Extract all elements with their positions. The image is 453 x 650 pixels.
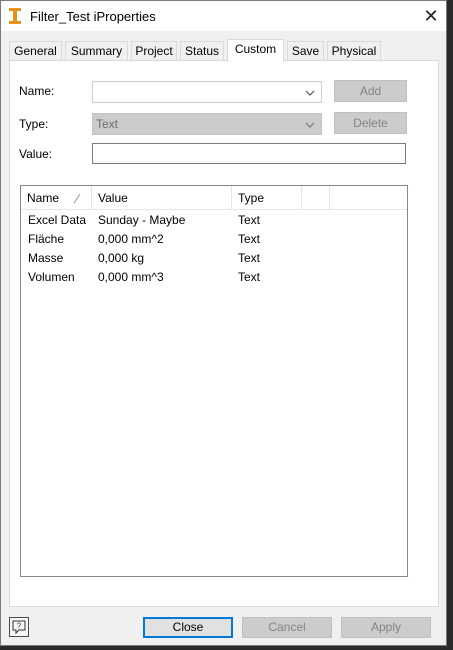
window-title: Filter_Test iProperties: [30, 9, 156, 24]
iproperties-dialog: Filter_Test iProperties ✕ General Summar…: [0, 0, 447, 646]
help-button[interactable]: ?: [9, 617, 29, 637]
row-value: Sunday - Maybe: [98, 213, 186, 227]
svg-text:?: ?: [17, 622, 22, 631]
list-header: Name Value Type: [21, 186, 407, 210]
chevron-down-icon: [305, 122, 315, 128]
row-name: Masse: [28, 251, 64, 265]
custom-properties-list[interactable]: Name Value Type Excel Data Sunday - Mayb…: [20, 185, 408, 577]
column-header-label: Name: [27, 191, 60, 205]
column-header-name[interactable]: Name: [21, 186, 92, 210]
tab-save[interactable]: Save: [287, 41, 324, 61]
row-value: 0,000 mm^2: [98, 232, 164, 246]
row-value: 0,000 kg: [98, 251, 145, 265]
name-combobox[interactable]: [92, 81, 322, 103]
tab-summary[interactable]: Summary: [65, 41, 128, 61]
sort-indicator-icon: [73, 193, 81, 204]
tab-strip: General Summary Project Status Custom Sa…: [9, 39, 439, 62]
table-row[interactable]: Volumen 0,000 mm^3 Text: [21, 268, 407, 287]
delete-button[interactable]: Delete: [334, 112, 407, 134]
tab-status[interactable]: Status: [180, 41, 224, 61]
row-name: Excel Data: [28, 213, 87, 227]
row-name: Fläche: [28, 232, 65, 246]
tab-project[interactable]: Project: [131, 41, 177, 61]
table-row[interactable]: Fläche 0,000 mm^2 Text: [21, 230, 407, 249]
table-row[interactable]: Masse 0,000 kg Text: [21, 249, 407, 268]
dialog-footer: ? Close Cancel Apply: [1, 607, 446, 647]
close-window-icon[interactable]: ✕: [416, 1, 446, 31]
help-icon: ?: [12, 620, 26, 635]
close-button[interactable]: Close: [143, 617, 233, 638]
row-name: Volumen: [28, 270, 75, 284]
tab-custom[interactable]: Custom: [227, 39, 284, 62]
row-type: Text: [238, 213, 261, 227]
tab-physical[interactable]: Physical: [327, 41, 381, 61]
tab-general[interactable]: General: [9, 41, 62, 61]
title-bar[interactable]: Filter_Test iProperties ✕: [1, 1, 446, 31]
column-header-type[interactable]: Type: [232, 186, 302, 210]
row-type: Text: [238, 270, 261, 284]
custom-tab-panel: Name: Add Type: Text Delete Value: Name: [9, 60, 439, 607]
cancel-button[interactable]: Cancel: [242, 617, 332, 638]
value-input[interactable]: [92, 143, 406, 164]
name-label: Name:: [19, 84, 55, 98]
table-row[interactable]: Excel Data Sunday - Maybe Text: [21, 211, 407, 230]
apply-button[interactable]: Apply: [341, 617, 431, 638]
row-type: Text: [238, 232, 261, 246]
type-label: Type:: [19, 117, 49, 131]
value-label: Value:: [19, 147, 53, 161]
add-button[interactable]: Add: [334, 80, 407, 102]
inventor-app-icon: [9, 8, 21, 24]
chevron-down-icon: [305, 90, 315, 96]
row-type: Text: [238, 251, 261, 265]
type-combobox[interactable]: Text: [92, 113, 322, 135]
column-header-extra[interactable]: [302, 186, 330, 210]
column-header-value[interactable]: Value: [92, 186, 232, 210]
row-value: 0,000 mm^3: [98, 270, 164, 284]
type-combobox-value: Text: [96, 117, 119, 131]
